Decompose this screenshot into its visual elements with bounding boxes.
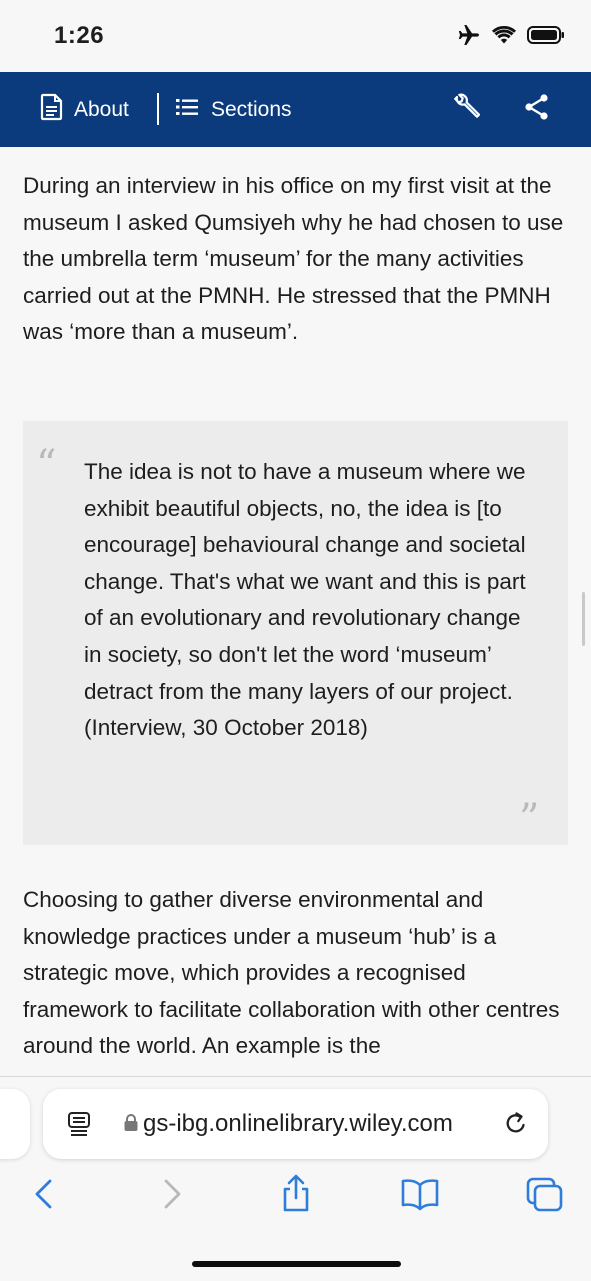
share-sheet-button[interactable] [280,1173,312,1218]
status-icons [457,24,565,51]
scrollbar-thumb[interactable] [582,592,585,646]
airplane-icon [457,24,481,51]
article-paragraph: Choosing to gather diverse environmental… [23,887,560,1058]
sections-label: Sections [211,97,292,121]
lock-icon [123,1113,139,1138]
tabs-button[interactable] [526,1177,564,1218]
home-indicator [192,1261,401,1267]
open-quote-icon: “ [36,442,57,488]
list-icon [175,97,199,123]
article-toolbar: About Sections [0,72,591,147]
battery-icon [527,25,565,50]
article-body: During an interview in his office on my … [23,168,568,351]
status-bar: 1:26 [0,0,591,72]
forward-button[interactable] [160,1177,184,1216]
reload-icon[interactable] [503,1110,529,1143]
url-text[interactable]: gs-ibg.onlinelibrary.wiley.com [143,1110,453,1138]
reader-mode-icon[interactable] [67,1111,91,1142]
tools-button[interactable] [452,72,482,147]
wrench-icon [452,92,482,128]
article-paragraph: During an interview in his office on my … [23,173,564,344]
blockquote: “ The idea is not to have a museum where… [23,421,568,845]
back-button[interactable] [32,1177,56,1216]
browser-toolbar: gs-ibg.onlinelibrary.wiley.com [0,1076,591,1281]
previous-tab-preview[interactable] [0,1089,30,1159]
about-label: About [74,97,129,121]
status-time: 1:26 [54,22,105,49]
wifi-icon [491,25,517,50]
share-button[interactable] [524,72,550,147]
close-quote-icon: ” [519,796,540,842]
quote-text: The idea is not to have a museum where w… [84,459,526,741]
share-icon [524,93,550,127]
document-icon [40,93,64,127]
about-button[interactable]: About [40,72,129,147]
bookmarks-button[interactable] [400,1177,440,1216]
sections-button[interactable]: Sections [175,72,292,147]
toolbar-divider [157,93,159,125]
address-bar[interactable]: gs-ibg.onlinelibrary.wiley.com [43,1089,548,1159]
